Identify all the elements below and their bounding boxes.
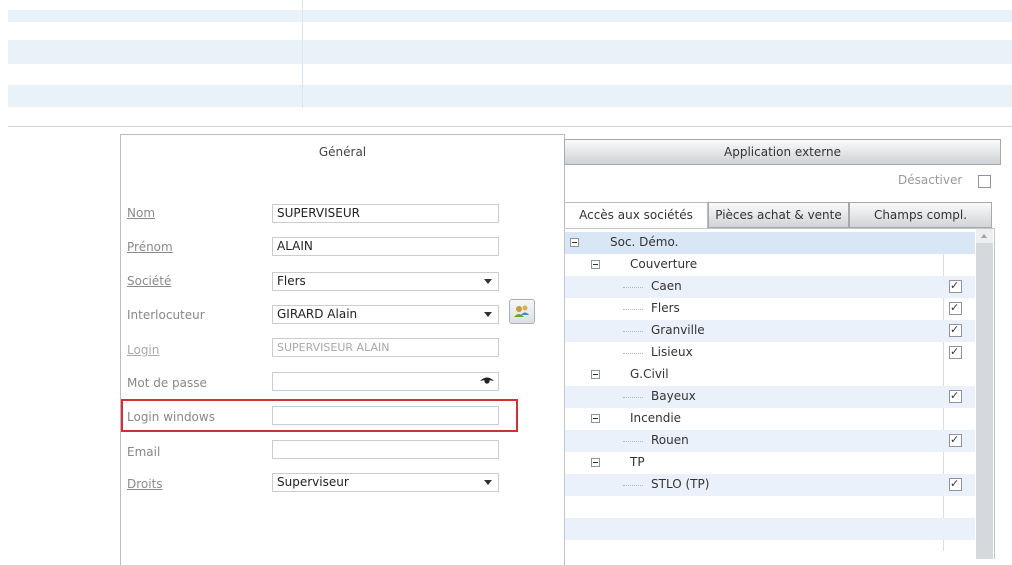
eye-icon[interactable] [480,376,494,385]
chevron-down-icon [484,480,492,485]
access-checkbox[interactable] [949,477,962,491]
users-icon [514,305,529,317]
list-row[interactable] [8,10,1012,22]
desactiver-checkbox[interactable] [978,175,991,188]
tree-row-empty [565,496,975,518]
tree-label: Caen [651,279,682,293]
tree-label: Flers [651,301,680,315]
highlight-box [121,399,518,432]
tab-general[interactable]: Général [121,135,564,169]
scroll-up-icon[interactable] [976,229,993,243]
label-email: Email [127,445,161,459]
list-row[interactable] [8,40,1012,64]
prenom-input[interactable]: ALAIN [272,237,499,256]
tree-label: STLO (TP) [651,477,710,491]
tree-connector [623,441,643,443]
tree-row[interactable]: STLO (TP) [565,474,975,496]
tree-connector [623,353,643,355]
tree-row[interactable]: Caen [565,276,975,298]
droits-value: Superviseur [277,475,349,489]
tree-label: Granville [651,323,705,337]
chevron-down-icon [484,312,492,317]
tree-row[interactable]: Couverture [565,254,975,276]
tree-row[interactable]: TP [565,452,975,474]
label-login: Login [127,343,160,357]
email-input[interactable] [272,440,499,459]
label-interlocuteur: Interlocuteur [127,308,205,322]
contact-button[interactable] [509,299,535,324]
separator [8,126,1012,127]
collapse-icon[interactable] [591,260,600,269]
tree-label: Couverture [630,257,698,271]
label-droits: Droits [127,477,163,491]
tree-connector [623,287,643,289]
tree-label: Incendie [630,411,682,425]
tree-row[interactable]: Granville [565,320,975,342]
tree-row[interactable]: Flers [565,298,975,320]
tree-row[interactable]: Lisieux [565,342,975,364]
tree-label: Bayeux [651,389,696,403]
access-checkbox[interactable] [949,389,962,403]
access-checkbox[interactable] [949,323,962,337]
tree-row[interactable]: Bayeux [565,386,975,408]
tree-label: G.Civil [630,367,669,381]
tab-champs-compl[interactable]: Champs compl. [849,202,992,228]
tab-application-externe[interactable]: Application externe [564,139,1001,165]
chevron-down-icon [484,279,492,284]
tree-connector [623,397,643,399]
label-mot-de-passe: Mot de passe [127,376,207,390]
tree-connector [623,485,643,487]
list-row[interactable] [8,85,1012,107]
tree-row-empty [565,518,975,540]
droits-select[interactable]: Superviseur [272,473,499,492]
tree-connector [623,331,643,333]
societe-value: Flers [277,274,306,288]
tree-row[interactable]: Soc. Démo. [565,232,975,254]
tree-connector [623,309,643,311]
collapse-icon[interactable] [591,414,600,423]
tab-pieces-achat-vente[interactable]: Pièces achat & vente [708,202,849,228]
login-input: SUPERVISEUR ALAIN [272,338,499,357]
collapse-icon[interactable] [591,370,600,379]
tree-row[interactable]: G.Civil [565,364,975,386]
tree-row[interactable]: Rouen [565,430,975,452]
collapse-icon[interactable] [570,238,579,247]
tree-label: Lisieux [651,345,693,359]
label-nom: Nom [127,206,156,220]
nom-input[interactable]: SUPERVISEUR [272,204,499,223]
vertical-scrollbar[interactable] [976,229,993,559]
tree-label: TP [630,455,645,469]
societes-tree: Soc. Démo. Couverture Caen Flers Granvil… [564,228,995,559]
societe-select[interactable]: Flers [272,272,499,291]
access-checkbox[interactable] [949,345,962,359]
tree-row[interactable]: Incendie [565,408,975,430]
access-checkbox[interactable] [949,279,962,293]
interlocuteur-value: GIRARD Alain [277,307,358,321]
tree-label: Rouen [651,433,689,447]
tree-label: Soc. Démo. [610,235,679,249]
column-divider [302,0,303,108]
interlocuteur-select[interactable]: GIRARD Alain [272,305,499,324]
access-checkbox[interactable] [949,433,962,447]
tab-acces-societes[interactable]: Accès aux sociétés [564,202,708,228]
password-input[interactable] [272,372,499,391]
access-checkbox[interactable] [949,301,962,315]
desactiver-label: Désactiver [898,173,963,187]
label-societe: Société [127,274,172,288]
collapse-icon[interactable] [591,458,600,467]
label-prenom: Prénom [127,240,173,254]
